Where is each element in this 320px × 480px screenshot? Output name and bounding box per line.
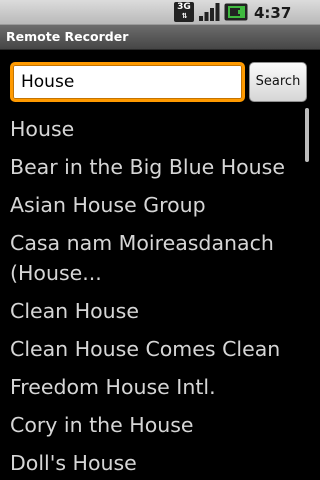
result-item[interactable]: Asian House Group [0,186,306,224]
app-title: Remote Recorder [6,29,129,44]
result-item[interactable]: Clean House Comes Clean [0,330,306,368]
battery-charging-icon [224,3,248,21]
data-activity-arrows-icon: ⇅ [181,12,188,20]
list-scrollbar[interactable] [305,108,309,162]
result-item[interactable]: Casa nam Moireasdanach (House... [0,224,306,292]
result-item[interactable]: Bear in the Big Blue House [0,148,306,186]
result-item[interactable]: Doll's House [0,444,306,480]
network-type-label: 3G [177,2,191,12]
status-bar: 3G ⇅ 4:37 PM [0,0,320,42]
signal-bars-icon [199,3,220,21]
search-button[interactable]: Search [249,62,307,102]
status-time: 4:37 PM [254,4,292,42]
result-item[interactable]: Freedom House Intl. [0,368,306,406]
search-input[interactable] [10,62,245,102]
network-3g-icon: 3G ⇅ [174,2,194,22]
main-content: Search House Bear in the Big Blue House … [0,50,320,480]
app-title-bar: Remote Recorder [0,25,320,50]
result-item[interactable]: Cory in the House [0,406,306,444]
result-item[interactable]: House [0,110,306,148]
results-list: House Bear in the Big Blue House Asian H… [0,110,320,480]
result-item[interactable]: Clean House [0,292,306,330]
